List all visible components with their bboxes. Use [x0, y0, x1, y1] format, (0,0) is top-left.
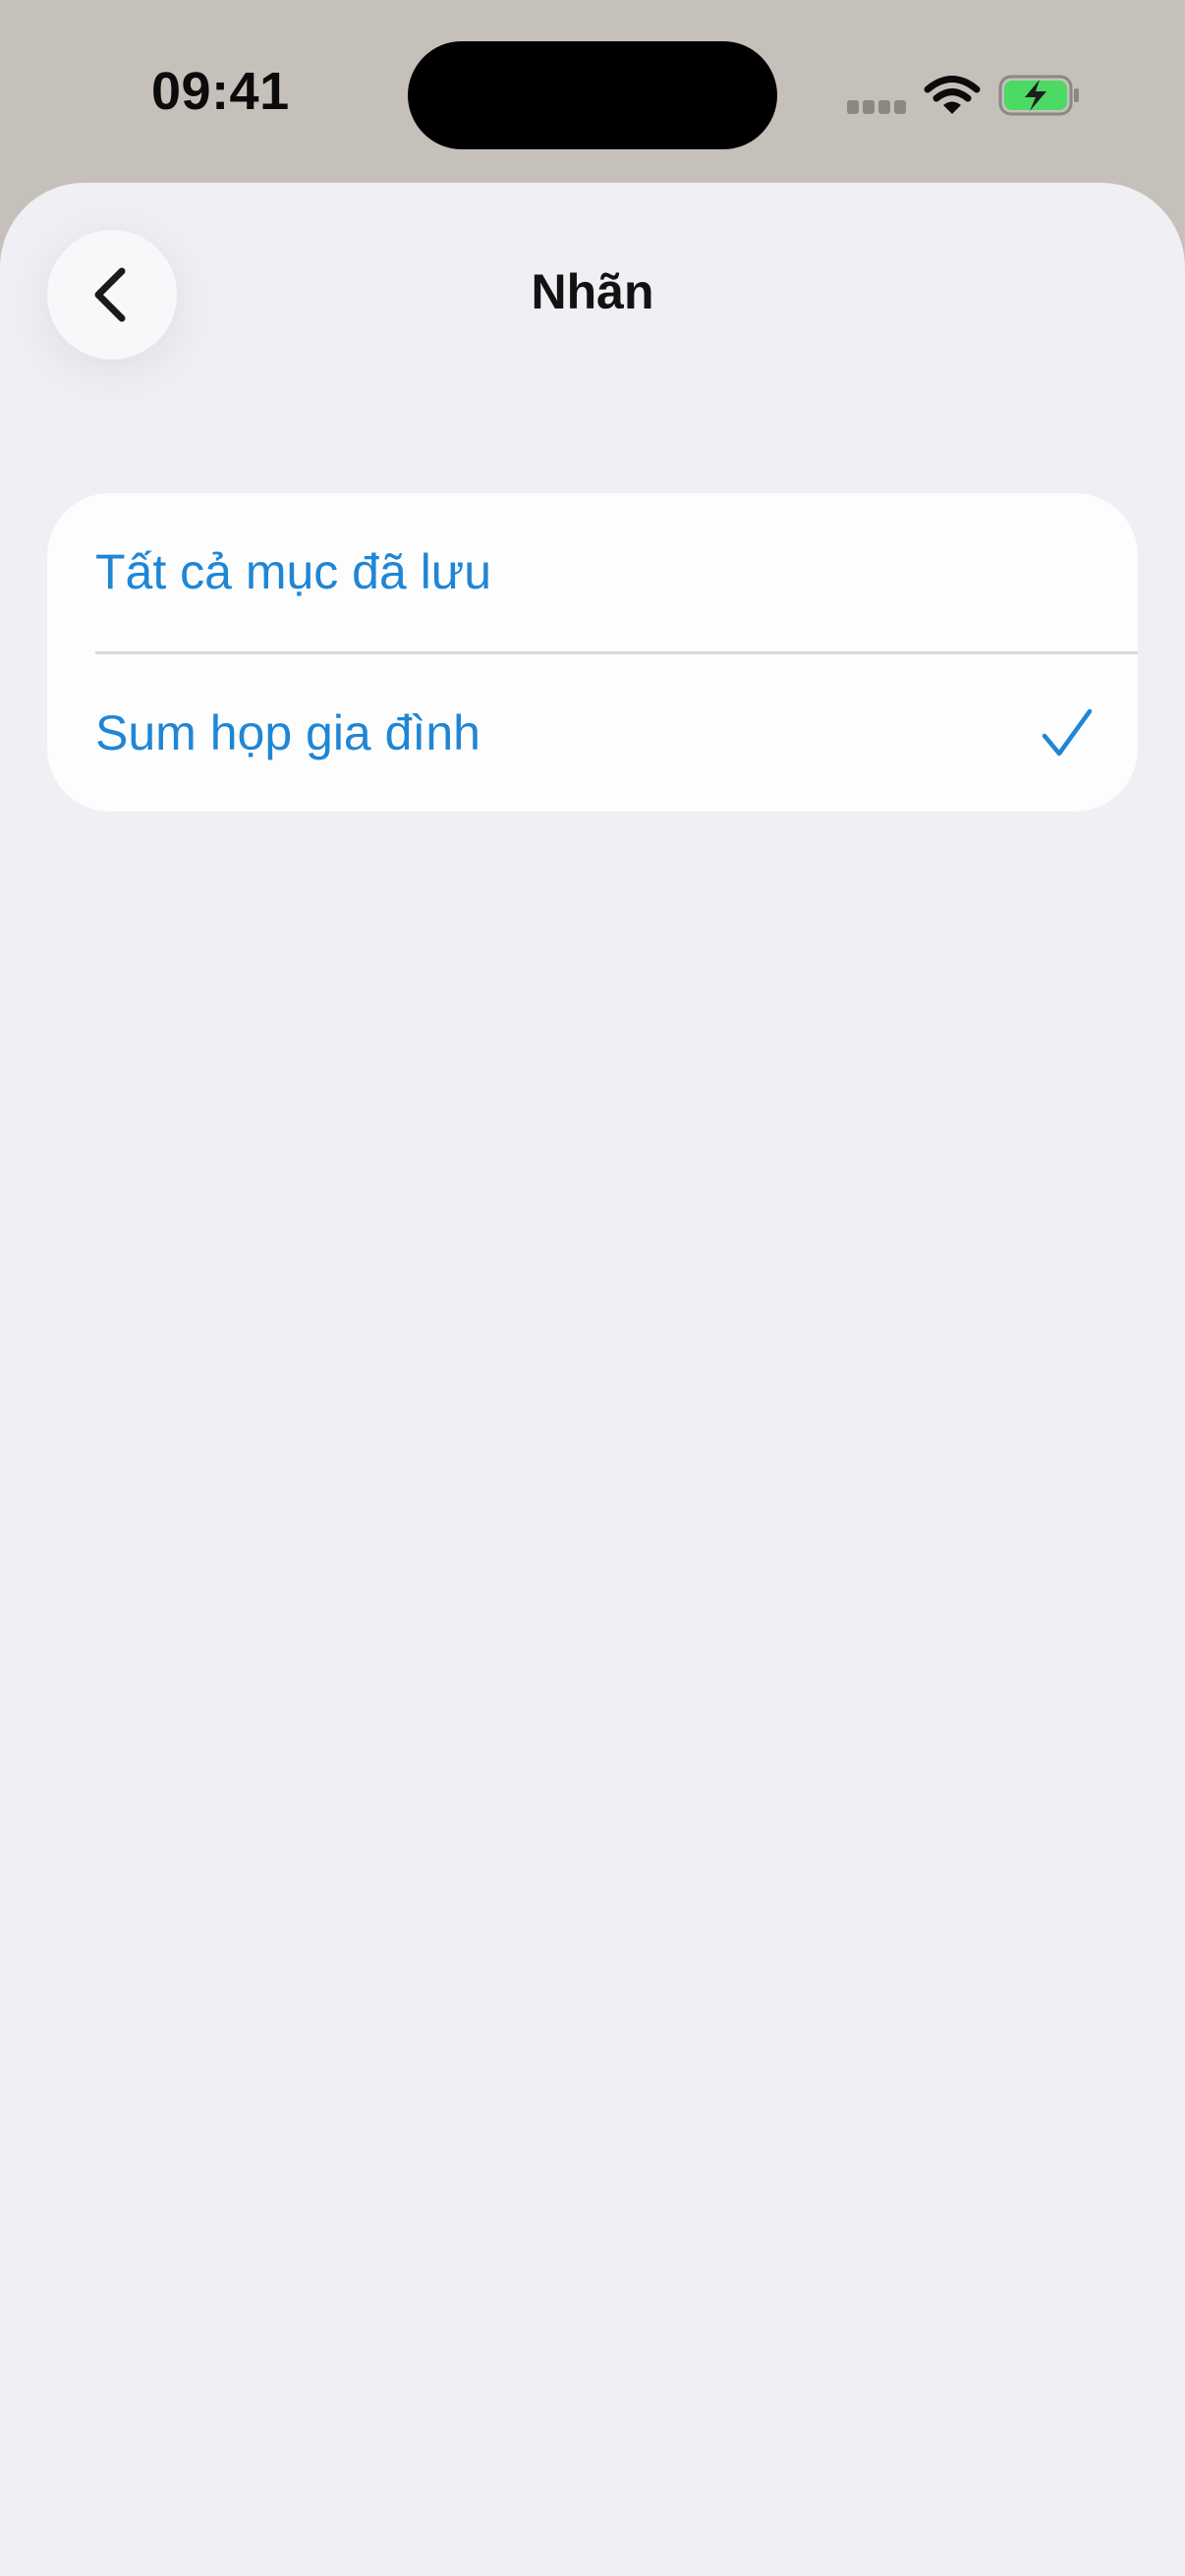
- sheet: Nhãn Tất cả mục đã lưu Sum họp gia đình: [0, 183, 1185, 2576]
- checkmark-icon: [1042, 708, 1093, 756]
- status-time: 09:41: [151, 62, 290, 121]
- list-item-all-saved[interactable]: Tất cả mục đã lưu: [47, 493, 1138, 650]
- battery-charging-icon: [998, 75, 1079, 116]
- list-item-label: Tất cả mục đã lưu: [95, 544, 492, 599]
- dynamic-island: [408, 41, 777, 149]
- page-title: Nhãn: [531, 264, 654, 319]
- labels-list: Tất cả mục đã lưu Sum họp gia đình: [47, 493, 1138, 812]
- wifi-icon: [924, 76, 981, 114]
- status-bar: 09:41: [0, 0, 1185, 183]
- cellular-signal-icon: [847, 100, 908, 114]
- list-item-label: Sum họp gia đình: [95, 705, 480, 760]
- list-item-family-reunion[interactable]: Sum họp gia đình: [47, 654, 1138, 812]
